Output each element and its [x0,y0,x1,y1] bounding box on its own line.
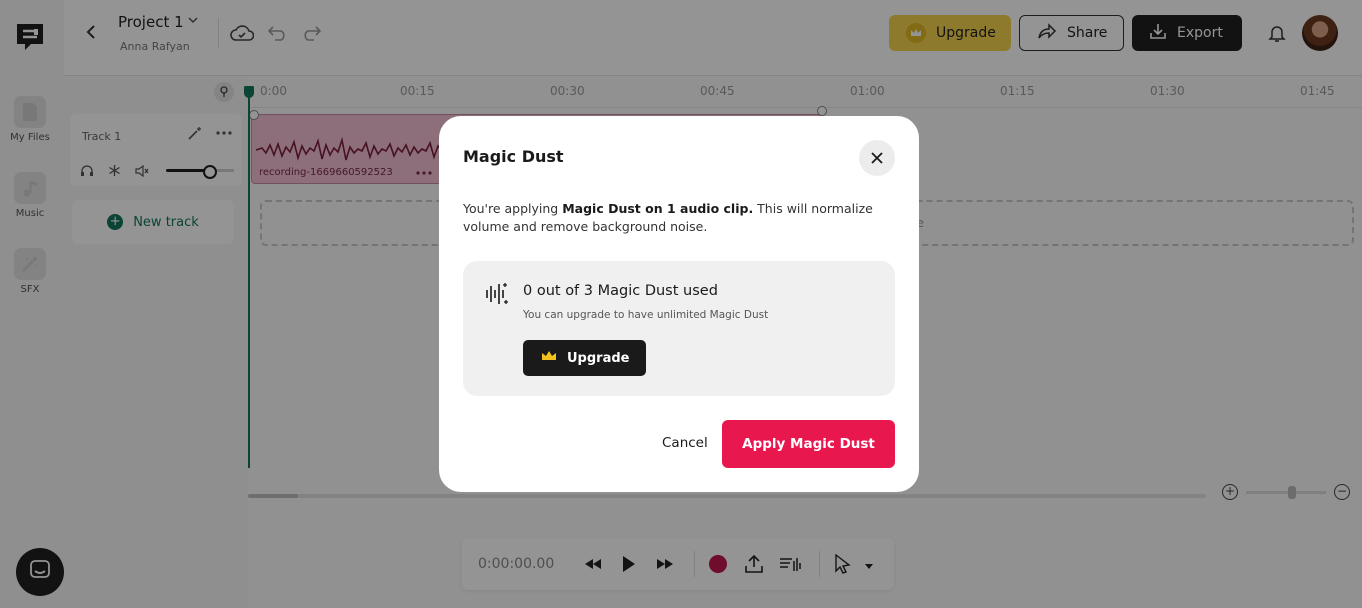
description-highlight: Magic Dust on 1 audio clip. [562,201,754,216]
upgrade-label: Upgrade [567,350,630,366]
description-prefix: You're applying [463,201,563,216]
close-icon [871,149,883,168]
dialog-title: Magic Dust [463,147,564,166]
upgrade-button[interactable]: Upgrade [523,340,646,376]
apply-magic-dust-button[interactable]: Apply Magic Dust [722,420,895,468]
usage-title: 0 out of 3 Magic Dust used [523,283,718,299]
close-button[interactable] [859,140,895,176]
cancel-button[interactable]: Cancel [662,435,708,451]
dialog-description: You're applying Magic Dust on 1 audio cl… [463,200,899,236]
magic-dust-icon [483,281,509,307]
usage-subtitle: You can upgrade to have unlimited Magic … [523,309,769,321]
crown-icon [541,350,557,366]
usage-card: 0 out of 3 Magic Dust used You can upgra… [463,261,895,396]
magic-dust-dialog: Magic Dust You're applying Magic Dust on… [439,116,919,492]
